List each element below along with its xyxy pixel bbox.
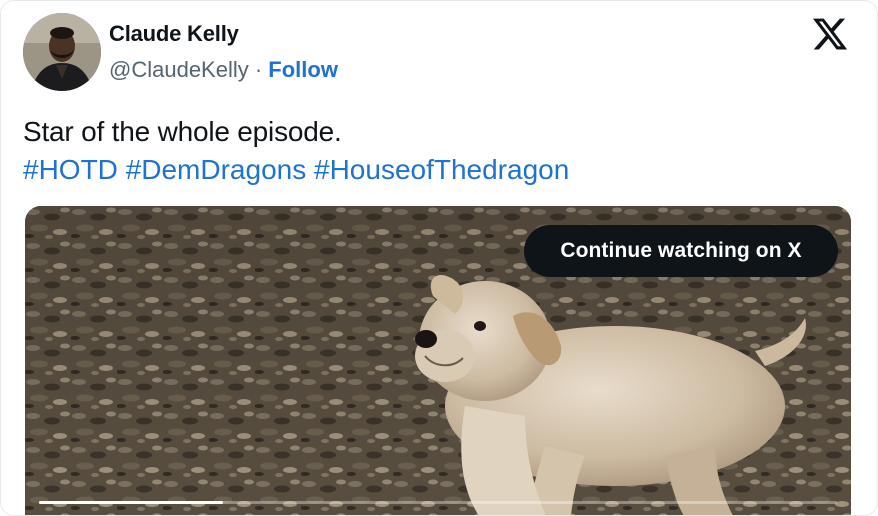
- author-handle-row: @ClaudeKelly · Follow: [109, 57, 338, 83]
- handle-separator: ·: [248, 57, 269, 82]
- tweet-card: Claude Kelly @ClaudeKelly · Follow Star …: [0, 0, 878, 516]
- author-name[interactable]: Claude Kelly: [109, 21, 239, 47]
- dog-nose: [415, 330, 437, 348]
- x-logo-icon[interactable]: [811, 15, 849, 53]
- hashtag-link[interactable]: #HOTD: [23, 154, 118, 185]
- tweet-text: Star of the whole episode.: [23, 116, 342, 147]
- avatar[interactable]: [23, 13, 101, 91]
- video-progress-fill: [39, 501, 223, 504]
- hashtag-row: #HOTD #DemDragons #HouseofThedragon: [23, 151, 569, 189]
- follow-button[interactable]: Follow: [268, 57, 338, 82]
- hashtag-link[interactable]: #HouseofThedragon: [314, 154, 569, 185]
- hashtag-link[interactable]: #DemDragons: [126, 154, 307, 185]
- author-handle[interactable]: @ClaudeKelly: [109, 57, 249, 82]
- video-progress-bar[interactable]: [39, 501, 837, 504]
- continue-watching-button[interactable]: Continue watching on X: [524, 225, 838, 277]
- dog-eye: [474, 321, 486, 331]
